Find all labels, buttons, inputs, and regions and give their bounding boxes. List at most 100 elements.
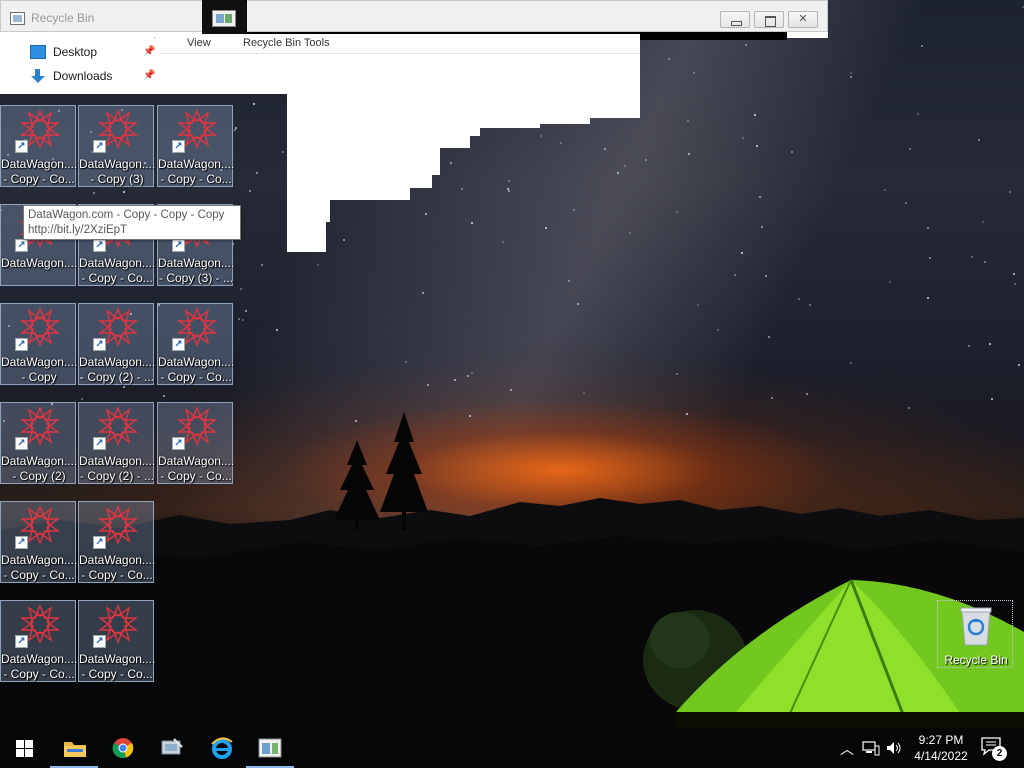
window-icon xyxy=(258,738,282,758)
shortcut-label-line1: DataWagon.... xyxy=(1,256,77,270)
desktop-shortcut[interactable]: ↗ DataWagon.... - Copy - Co... xyxy=(78,501,155,583)
shortcut-label-line1: DataWagon.... xyxy=(158,454,234,468)
shortcut-arrow-icon: ↗ xyxy=(93,239,106,252)
desktop-shortcut[interactable]: ↗ DataWagon.... - Copy - Co... xyxy=(78,600,155,682)
nav-item-downloads[interactable]: Downloads xyxy=(30,66,112,86)
windows-logo-icon xyxy=(16,740,33,757)
desktop-shortcut[interactable]: ↗ DataWagon.... - Copy (3) xyxy=(78,105,155,187)
tab-view[interactable]: View xyxy=(187,37,211,49)
shortcut-label-line2: - Copy - Co... xyxy=(160,370,232,384)
network-status-icon[interactable] xyxy=(862,740,880,756)
desktop-shortcut[interactable]: ↗ DataWagon.... - Copy xyxy=(0,303,77,385)
close-icon: ✕ xyxy=(798,13,808,25)
shortcut-label-line1: DataWagon.... xyxy=(158,157,234,171)
recycle-bin-label: Recycle Bin xyxy=(944,653,1008,667)
close-button[interactable]: ✕ xyxy=(788,11,818,28)
shortcut-label-line2: - Copy - Co... xyxy=(160,172,232,186)
shortcut-label-line2: - Copy (3) xyxy=(90,172,144,186)
shortcut-label-line2: - Copy - Co... xyxy=(3,568,75,582)
shortcut-arrow-icon: ↗ xyxy=(93,536,106,549)
ribbon-tabs: View Recycle Bin Tools xyxy=(150,34,640,54)
pine-tree-left xyxy=(334,440,380,530)
desktop-shortcut[interactable]: ↗ DataWagon.... - Copy (2) - ... xyxy=(78,303,155,385)
navigation-pane: Desktop 📌 Downloads 📌 xyxy=(0,38,160,94)
recycle-bin-window: Recycle Bin ✕ xyxy=(0,0,828,40)
pine-tree-right xyxy=(380,412,428,530)
maximize-button[interactable] xyxy=(754,11,784,28)
shortcut-arrow-icon: ↗ xyxy=(15,635,28,648)
desktop-icon xyxy=(30,45,46,59)
shortcut-arrow-icon: ↗ xyxy=(172,239,185,252)
shortcut-arrow-icon: ↗ xyxy=(15,536,28,549)
shortcut-label-line2: - Copy xyxy=(21,370,57,384)
shortcut-arrow-icon: ↗ xyxy=(93,338,106,351)
shortcut-label-line1: DataWagon.... xyxy=(158,355,234,369)
start-button[interactable] xyxy=(0,728,48,768)
shortcut-arrow-icon: ↗ xyxy=(172,338,185,351)
notification-count-badge: 2 xyxy=(992,746,1007,761)
window-titlebar[interactable]: Recycle Bin ✕ xyxy=(0,0,828,32)
shortcut-label-line1: DataWagon.... xyxy=(1,157,77,171)
shortcut-label-line1: DataWagon.... xyxy=(79,355,155,369)
desktop-shortcut[interactable]: ↗ DataWagon.... - Copy - Co... xyxy=(0,501,77,583)
shortcut-label-line2: - Copy - Co... xyxy=(3,667,75,681)
shortcut-arrow-icon: ↗ xyxy=(93,437,106,450)
chevron-up-icon[interactable]: ︿ xyxy=(840,739,854,759)
maximize-icon xyxy=(755,12,783,27)
recycle-bin-icon xyxy=(960,607,992,646)
clock-date: 4/14/2022 xyxy=(914,749,968,763)
shortcut-arrow-icon: ↗ xyxy=(15,338,28,351)
volume-icon[interactable] xyxy=(885,740,903,756)
shortcut-label-line1: DataWagon.... xyxy=(79,256,155,270)
shortcut-label-line1: DataWagon.... xyxy=(158,256,234,270)
window-icon xyxy=(10,12,25,25)
taskbar-chrome[interactable] xyxy=(99,728,147,768)
shortcut-label-line1: DataWagon.... xyxy=(1,652,77,666)
pin-icon[interactable]: 📌 xyxy=(143,70,155,81)
action-center-button[interactable]: 2 xyxy=(980,736,1008,761)
shortcut-label-line1: DataWagon.... xyxy=(79,157,155,171)
shortcut-label-line2: - Copy (2) - ... xyxy=(79,469,154,483)
shortcut-label-line2: - Copy - Co... xyxy=(160,469,232,483)
shortcut-label-line1: DataWagon.... xyxy=(79,454,155,468)
nav-item-desktop[interactable]: Desktop xyxy=(30,42,97,62)
desktop-shortcut[interactable]: ↗ DataWagon.... - Copy - Co... xyxy=(157,303,234,385)
shortcut-arrow-icon: ↗ xyxy=(93,635,106,648)
taskbar-internet-explorer[interactable] xyxy=(197,728,245,768)
network-icon xyxy=(161,738,183,755)
shortcut-arrow-icon: ↗ xyxy=(93,140,106,153)
nav-item-label: Desktop xyxy=(53,45,98,59)
desktop-shortcut[interactable]: ↗ DataWagon.... - Copy (2) - ... xyxy=(78,402,155,484)
desktop-shortcut[interactable]: ↗ DataWagon.... - Copy (2) xyxy=(0,402,77,484)
window-title: Recycle Bin xyxy=(31,11,95,25)
desktop-shortcut[interactable]: ↗ DataWagon.... - Copy - Co... xyxy=(157,402,234,484)
desktop-shortcut[interactable]: ↗ DataWagon.... - Copy - Co... xyxy=(0,105,77,187)
minimize-button[interactable] xyxy=(720,11,750,28)
shortcut-label-line2: - Copy - Co... xyxy=(81,667,153,681)
ie-icon xyxy=(211,737,233,759)
icon-tooltip: DataWagon.com - Copy - Copy - Copy http:… xyxy=(23,205,241,240)
clock-time: 9:27 PM xyxy=(918,733,964,747)
shortcut-arrow-icon: ↗ xyxy=(15,140,28,153)
shortcut-label-line2: - Copy - Co... xyxy=(81,271,153,285)
shortcut-arrow-icon: ↗ xyxy=(172,140,185,153)
taskbar: ︿ 9:27 PM 4/14/2022 2 xyxy=(0,728,1024,768)
shortcut-arrow-icon: ↗ xyxy=(15,437,28,450)
taskbar-network-app[interactable] xyxy=(148,728,196,768)
shortcut-label-line2: - Copy - Co... xyxy=(3,172,75,186)
nav-item-label: Downloads xyxy=(53,69,113,83)
taskbar-file-explorer[interactable] xyxy=(50,728,98,768)
taskbar-clock[interactable]: 9:27 PM 4/14/2022 xyxy=(906,732,976,764)
pin-icon[interactable]: 📌 xyxy=(143,46,155,57)
shortcut-label-line1: DataWagon.... xyxy=(79,553,155,567)
taskbar-recycle-bin-window[interactable] xyxy=(246,728,294,768)
tooltip-title: DataWagon.com - Copy - Copy - Copy xyxy=(28,209,225,221)
desktop-shortcut[interactable]: ↗ DataWagon.... - Copy - Co... xyxy=(0,600,77,682)
shortcut-arrow-icon: ↗ xyxy=(172,437,185,450)
shortcut-label-line2: - Copy (3) - ... xyxy=(158,271,233,285)
minimize-icon xyxy=(721,12,749,27)
desktop-shortcut[interactable]: ↗ DataWagon.... - Copy - Co... xyxy=(157,105,234,187)
tab-recycle-bin-tools[interactable]: Recycle Bin Tools xyxy=(243,37,330,49)
recycle-bin-desktop-icon[interactable]: Recycle Bin xyxy=(937,600,1013,668)
downloads-icon xyxy=(30,69,46,83)
